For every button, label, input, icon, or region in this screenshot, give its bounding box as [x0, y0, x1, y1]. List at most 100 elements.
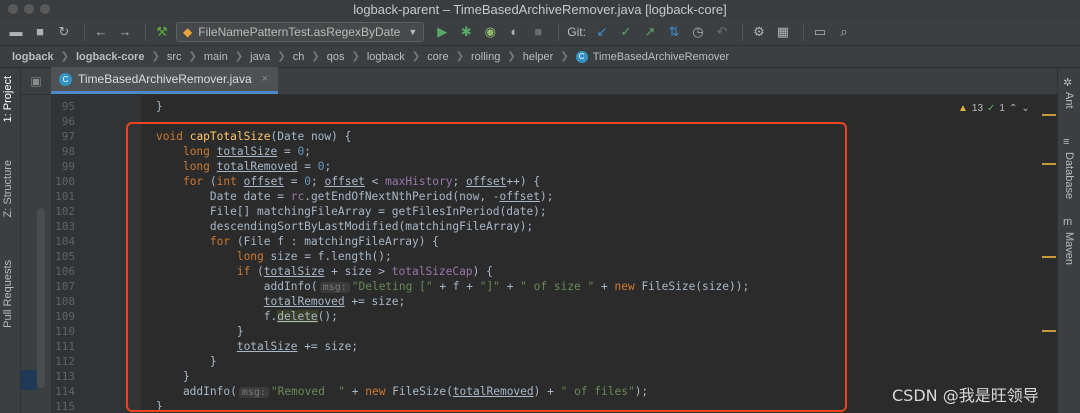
breadcrumb-item[interactable]: core: [427, 51, 448, 63]
title-bar: logback-parent – TimeBasedArchiveRemover…: [0, 0, 1080, 18]
git-commit-icon[interactable]: ✓: [616, 22, 636, 42]
warning-icon: ▲: [958, 103, 968, 114]
watermark: CSDN @我是旺领导: [892, 386, 1039, 405]
line-number: 105: [55, 250, 75, 263]
ant-icon: ✲: [1063, 77, 1073, 89]
history-icon[interactable]: ◷: [688, 22, 708, 42]
line-number: 103: [55, 220, 75, 233]
save-icon[interactable]: ■: [30, 22, 50, 42]
build-hammer-icon[interactable]: ⚒: [152, 22, 172, 42]
run-config-label: FileNamePatternTest.asRegexByDate: [198, 24, 401, 39]
warning-marker[interactable]: [1042, 163, 1056, 165]
project-panel: [21, 68, 51, 413]
line-number: 111: [55, 340, 75, 353]
project-scrollbar[interactable]: [37, 208, 45, 388]
warning-marker[interactable]: [1042, 114, 1056, 116]
class-icon: C: [59, 72, 72, 86]
close-icon[interactable]: ×: [262, 73, 268, 85]
line-number: 97: [61, 130, 75, 143]
line-number: 109: [55, 310, 75, 323]
editor-scrollbar[interactable]: [1040, 95, 1057, 413]
tab-timebasedarchiveremover[interactable]: C TimeBasedArchiveRemover.java ×: [51, 67, 279, 94]
git-update-icon[interactable]: ↙: [592, 22, 612, 42]
rollback-icon[interactable]: ↶: [712, 22, 732, 42]
breadcrumb-item[interactable]: qos: [327, 51, 345, 63]
class-icon: C: [575, 50, 588, 63]
breadcrumb-item[interactable]: logback-core: [76, 51, 144, 63]
tab-maven[interactable]: Maven: [1063, 232, 1075, 265]
warning-count: 13: [971, 103, 984, 114]
inspection-widget[interactable]: ▲ 13 ✓ 1 ⌃ ⌄: [958, 103, 1030, 114]
line-number: 96: [61, 115, 75, 128]
main-toolbar: ▬ ■ ↻ ← → ⚒ ◆ FileNamePatternTest.asRege…: [0, 18, 1080, 46]
code-line: }: [156, 100, 163, 113]
sync-icon[interactable]: ↻: [54, 22, 74, 42]
breadcrumb-item[interactable]: helper: [523, 51, 554, 63]
coverage-icon[interactable]: ◉: [480, 22, 500, 42]
breadcrumb-class-label: TimeBasedArchiveRemover: [592, 50, 730, 63]
line-number: 100: [55, 175, 75, 188]
git-label: Git:: [567, 24, 586, 39]
line-number: 112: [55, 355, 75, 368]
git-push-icon[interactable]: ↗: [640, 22, 660, 42]
window-title: logback-parent – TimeBasedArchiveRemover…: [353, 1, 727, 17]
line-number: 113: [55, 370, 75, 383]
presentation-icon[interactable]: ▭: [810, 22, 830, 42]
warning-marker[interactable]: [1042, 256, 1056, 258]
right-tool-strip: ✲ Ant ≡ Database m Maven: [1057, 68, 1080, 413]
run-icon[interactable]: ▶: [432, 22, 452, 42]
tab-database[interactable]: Database: [1063, 152, 1075, 199]
stop-icon[interactable]: ■: [528, 22, 548, 42]
panel-layout-icon[interactable]: ▣: [21, 67, 51, 94]
ok-count: 1: [999, 103, 1005, 114]
line-number: 102: [55, 205, 75, 218]
debug-icon[interactable]: ✱: [456, 22, 476, 42]
chevron-up-icon[interactable]: ⌃: [1009, 103, 1017, 114]
line-number: 104: [55, 235, 75, 248]
wrench-icon[interactable]: ⚙: [749, 22, 769, 42]
window-controls[interactable]: [8, 4, 50, 14]
breadcrumb-item[interactable]: src: [167, 51, 182, 63]
search-icon[interactable]: ⌕: [834, 22, 854, 42]
tab-pull-requests[interactable]: Pull Requests: [2, 260, 14, 328]
chevron-down-icon[interactable]: ⌄: [1021, 103, 1029, 114]
run-config-select[interactable]: ◆ FileNamePatternTest.asRegexByDate ▼: [176, 21, 425, 42]
tab-structure[interactable]: Z: Structure: [2, 160, 14, 217]
line-number: 108: [55, 295, 75, 308]
line-number: 114: [55, 385, 75, 398]
check-icon: ✓: [987, 103, 996, 114]
warning-marker[interactable]: [1042, 330, 1056, 332]
chevron-down-icon: ▼: [408, 26, 418, 37]
breadcrumb-item[interactable]: logback: [367, 51, 405, 63]
open-folder-icon[interactable]: ▬: [6, 22, 26, 42]
left-tool-strip: 1: Project Z: Structure Pull Requests: [0, 68, 21, 413]
breadcrumb-class[interactable]: C TimeBasedArchiveRemover: [575, 50, 730, 63]
selected-tree-item[interactable]: [21, 370, 37, 390]
line-number: 101: [55, 190, 75, 203]
back-arrow-icon[interactable]: ←: [91, 22, 111, 42]
line-number: 115: [55, 400, 75, 413]
line-number: 106: [55, 265, 75, 278]
line-number: 107: [55, 280, 75, 293]
tab-project[interactable]: 1: Project: [2, 76, 14, 122]
editor-tab-bar: ▣ C TimeBasedArchiveRemover.java ×: [21, 67, 1057, 95]
highlight-box: [126, 122, 847, 412]
tab-label: TimeBasedArchiveRemover.java: [78, 72, 252, 86]
git-compare-icon[interactable]: ⇅: [664, 22, 684, 42]
breadcrumb-item[interactable]: logback: [12, 51, 54, 63]
line-number: 99: [61, 160, 75, 173]
maven-icon: m: [1063, 216, 1073, 228]
line-number: 98: [61, 145, 75, 158]
breadcrumb-item[interactable]: rolling: [471, 51, 500, 63]
breadcrumb: logback ❯ logback-core ❯ src ❯ main ❯ java ❯ …: [0, 46, 1080, 68]
project-structure-icon[interactable]: ▦: [773, 22, 793, 42]
breadcrumb-item[interactable]: main: [204, 51, 228, 63]
test-config-icon: ◆: [183, 24, 193, 39]
line-number: 110: [55, 325, 75, 338]
tab-ant[interactable]: Ant: [1063, 92, 1075, 109]
forward-arrow-icon[interactable]: →: [115, 22, 135, 42]
profile-icon[interactable]: ◐: [504, 22, 524, 42]
breadcrumb-item[interactable]: ch: [293, 51, 305, 63]
breadcrumb-item[interactable]: java: [250, 51, 270, 63]
line-number: 95: [61, 100, 75, 113]
